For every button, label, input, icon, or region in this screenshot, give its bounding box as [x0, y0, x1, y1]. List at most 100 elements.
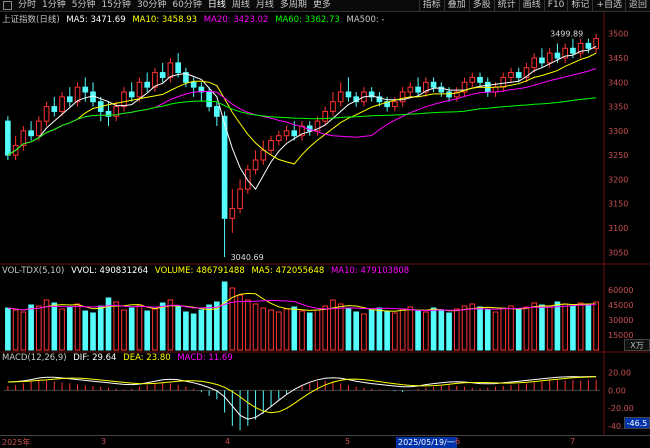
volume-bar [221, 281, 228, 351]
volume-bar [415, 309, 421, 351]
candle-body [469, 76, 476, 83]
multi-stock-button[interactable]: 多股 [468, 0, 494, 11]
candle-body [28, 130, 34, 137]
volume-bar [461, 305, 468, 351]
layout-grid-icon[interactable] [3, 1, 12, 10]
volume-bar [438, 310, 445, 351]
tab-1min[interactable]: 1分钟 [39, 0, 69, 11]
volume-bar [423, 311, 429, 351]
date-axis: 2025年 3 4 5 2025/05/19/一 6 7 [0, 435, 650, 448]
candle-body [59, 96, 65, 112]
volume-bar [128, 307, 135, 351]
date-april: 4 [225, 437, 231, 446]
macd-badge: -46.5 [624, 417, 650, 429]
tab-timeshare[interactable]: 分时 [15, 0, 39, 11]
tab-60min[interactable]: 60分钟 [169, 0, 204, 11]
candle-body [128, 91, 135, 98]
price-tick-label: 3500 [608, 30, 628, 39]
candle-body [136, 81, 143, 98]
volume-bar [97, 305, 104, 351]
tab-15min[interactable]: 15分钟 [98, 0, 133, 11]
date-cursor: 2025/05/19/一 [396, 437, 457, 448]
period-toolbar: 分时 1分钟 5分钟 15分钟 30分钟 60分钟 日线 周线 月线 多周期 更… [0, 0, 650, 12]
volume-bar [314, 309, 321, 351]
add-watchlist-button[interactable]: +自选 [592, 0, 625, 11]
statistics-button[interactable]: 统计 [493, 0, 519, 11]
vol-ma10-line [7, 299, 597, 312]
volume-bar [554, 301, 561, 351]
candle-body [214, 106, 220, 117]
candle-body [167, 62, 174, 78]
volume-bar [361, 313, 367, 351]
volume-bar [59, 308, 65, 351]
volume-bar [268, 309, 274, 351]
kline-chart[interactable]: 3500 3450 3400 3350 3300 3250 3200 3150 3100 3050… [0, 12, 650, 435]
tab-monthly[interactable]: 月线 [253, 0, 277, 11]
candle-body [515, 72, 522, 78]
candle-body [570, 47, 576, 54]
candle-body [252, 159, 259, 171]
candle-body [430, 81, 437, 88]
volume-bar [167, 299, 174, 351]
tab-daily[interactable]: 日线 [205, 0, 229, 11]
volume-bar [376, 307, 383, 351]
macd-tick-label: -20.00 [608, 404, 634, 413]
volume-bar [515, 308, 522, 351]
date-june: 6 [455, 437, 461, 446]
volume-bar [345, 307, 352, 351]
volume-bar [82, 310, 89, 351]
volume-bar [190, 313, 197, 351]
macd-tick-label: 20.00 [608, 369, 631, 378]
ma10-line [7, 52, 597, 165]
volume-bar [562, 303, 568, 351]
volume-bar [36, 305, 42, 351]
mark-button[interactable]: 标记 [567, 0, 592, 11]
ma5-line [7, 45, 597, 190]
date-start: 2025年 [2, 438, 31, 447]
volume-bar [523, 306, 530, 351]
candle-body [585, 42, 592, 49]
candle-body [330, 101, 336, 112]
volume-bar [66, 306, 73, 351]
volume-bar [430, 307, 437, 351]
tab-weekly[interactable]: 周线 [229, 0, 253, 11]
candle-body [144, 81, 151, 88]
candle-body [82, 86, 89, 93]
candle-body [508, 72, 514, 78]
overlay-button[interactable]: 叠加 [443, 0, 469, 11]
volume-bar [244, 299, 251, 351]
ma20-line [7, 67, 597, 156]
back-button[interactable]: 返回 [624, 0, 650, 11]
volume-bar [446, 312, 452, 351]
tab-more[interactable]: 更多 [310, 0, 334, 11]
volume-bar [74, 303, 81, 351]
volume-bar [260, 307, 267, 351]
volume-bar [384, 310, 390, 351]
f10-button[interactable]: F10 [543, 0, 568, 11]
volume-bar [237, 294, 243, 351]
candle-body [206, 91, 212, 108]
volume-bar [585, 304, 592, 351]
candle-body [229, 208, 236, 219]
right-toolbar: 指标 叠加 多股 统计 画线 F10 标记 +自选 返回 [418, 0, 650, 11]
low-price-label: 3040.69 [231, 253, 264, 262]
candle-body [477, 76, 483, 83]
price-tick-label: 3200 [608, 175, 628, 184]
candle-body [546, 52, 553, 64]
tab-multi-period[interactable]: 多周期 [277, 0, 310, 11]
indicator-button[interactable]: 指标 [418, 0, 444, 11]
volume-bar [469, 303, 476, 351]
tab-30min[interactable]: 30分钟 [134, 0, 169, 11]
volume-bar [577, 302, 584, 351]
volume-bar [283, 308, 290, 351]
candle-body [392, 101, 398, 108]
draw-line-button[interactable]: 画线 [518, 0, 544, 11]
candle-body [237, 188, 243, 210]
volume-bar [399, 308, 406, 351]
volume-bar [159, 302, 166, 351]
tab-5min[interactable]: 5分钟 [69, 0, 99, 11]
price-tick-label: 3250 [608, 151, 628, 160]
volume-bar [28, 304, 34, 351]
candle-body [345, 91, 352, 98]
candle-body [337, 91, 344, 103]
